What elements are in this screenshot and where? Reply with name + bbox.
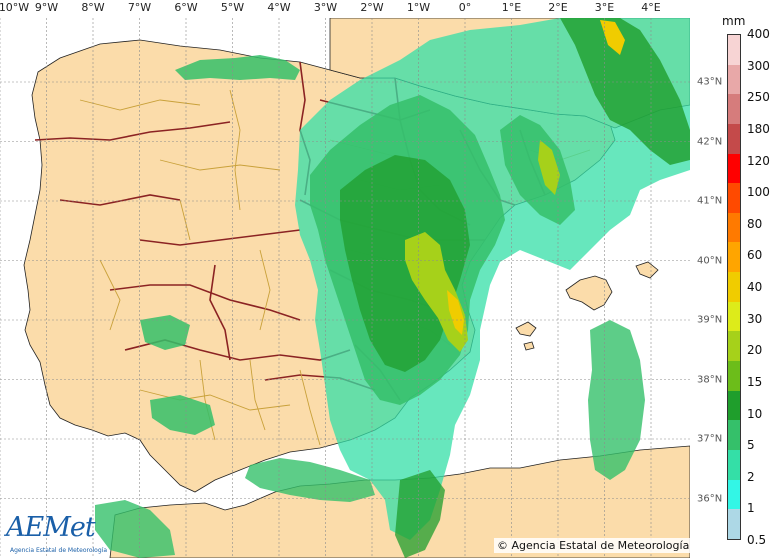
legend-tick: 100 [747,185,770,200]
legend-swatch [728,242,740,273]
latitude-label: 41°N [697,195,723,207]
legend-tick: 120 [747,153,770,168]
legend-swatch [728,390,740,421]
longitude-label: 1°W [406,1,431,14]
longitude-label: 7°W [127,1,152,14]
legend-swatch [728,479,740,510]
longitude-label: 2°W [360,1,384,14]
legend-swatch [728,153,740,184]
legend-swatch [728,301,740,332]
legend-tick: 60 [747,248,763,263]
latitude-label: 36°N [697,493,723,504]
legend-tick: 1 [747,501,755,516]
latitude-label: 40°N [697,255,723,266]
longitude-label: 9°W [34,1,59,14]
longitude-label: 4°W [267,1,291,14]
legend-swatch [728,183,740,213]
longitude-label: 8°W [81,1,105,14]
aemet-logo-wordmark: AEMet [6,512,96,543]
legend-swatch [728,212,740,243]
legend-swatch [728,331,740,362]
legend-tick: 20 [747,343,763,358]
precipitation-color-scale [727,34,741,540]
legend-tick: 180 [747,121,770,136]
aemet-logo-subtitle: Agencia Estatal de Meteorología [10,547,107,554]
legend-tick: 40 [747,280,763,294]
latitude-label: 37°N [697,433,723,445]
legend-tick: 2 [747,469,755,484]
longitude-label: 3°W [313,1,338,14]
legend-tick: 10 [747,406,763,421]
legend-tick: 80 [747,216,763,231]
legend-swatch [728,420,740,450]
legend-swatch [728,509,740,539]
longitude-label: 3°E [594,1,615,14]
legend-swatch [728,94,740,124]
legend-tick: 400 [747,27,770,41]
legend-tick: 15 [747,374,763,389]
map-canvas [0,18,690,558]
latitude-label: 42°N [697,136,723,147]
legend-swatch [728,272,740,302]
longitude-label: 1°E [501,1,522,14]
longitude-label: 0° [458,1,472,14]
precipitation-map[interactable] [0,18,690,558]
longitude-label: 4°E [641,1,661,14]
longitude-label: 2°E [548,1,568,14]
legend-swatch [728,361,740,391]
legend-swatch [728,64,740,95]
aemet-logo: AEMet Agencia Estatal de Meteorología [4,512,107,556]
longitude-label: 6°W [174,1,198,14]
legend-swatch [728,35,740,65]
legend-swatch [728,449,740,480]
legend-tick: 300 [747,58,770,73]
legend-swatch [728,123,740,154]
copyright-notice: © Agencia Estatal de Meteorología [494,538,693,553]
legend-tick: 30 [747,311,763,326]
legend-unit-label: mm [722,14,746,28]
legend-tick: 0.5 [747,533,767,547]
latitude-label: 39°N [697,314,723,326]
longitude-label: 5°W [220,1,245,14]
legend-tick: 250 [747,90,770,105]
legend-tick: 5 [747,438,755,453]
latitude-label: 43°N [697,76,723,88]
latitude-label: 38°N [697,374,723,385]
longitude-label: 10°W [0,1,30,14]
